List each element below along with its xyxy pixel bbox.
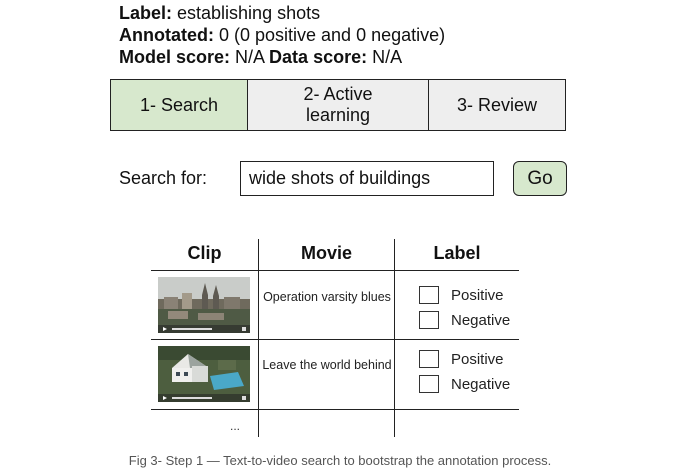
tab-review[interactable]: 3- Review <box>428 80 565 130</box>
search-label: Search for: <box>119 168 208 188</box>
data-score-key: Data score: <box>269 47 368 67</box>
label-value: establishing shots <box>172 3 321 23</box>
label-key: Label: <box>119 3 173 23</box>
label-option-negative: Negative <box>419 374 510 394</box>
positive-checkbox[interactable] <box>419 286 439 304</box>
column-divider <box>258 239 259 437</box>
search-input[interactable] <box>240 161 494 196</box>
annotation-tool: Label: establishing shots Annotated: 0 (… <box>0 0 680 472</box>
data-score-value: N/A <box>367 47 403 67</box>
row-divider <box>151 339 519 340</box>
label-summary: Label: establishing shots Annotated: 0 (… <box>119 2 445 68</box>
column-header-clip: Clip <box>187 243 222 263</box>
column-header-label: Label <box>433 243 481 263</box>
label-option-positive: Positive <box>419 349 504 369</box>
score-line: Model score: N/A Data score: N/A <box>119 46 445 68</box>
tab-search[interactable]: 1- Search <box>111 80 247 130</box>
go-button[interactable]: Go <box>513 161 567 196</box>
city-skyline-thumbnail <box>158 277 250 333</box>
movie-title: Leave the world behind <box>262 358 392 372</box>
annotated-key: Annotated: <box>119 25 214 45</box>
negative-label: Negative <box>451 375 511 393</box>
tab-active-learning[interactable]: 2- Active learning <box>247 80 428 130</box>
more-rows-indicator: ... <box>230 419 241 433</box>
results-table: Clip Movie Label Operation varsity blues… <box>151 239 519 437</box>
movie-title: Operation varsity blues <box>263 290 391 304</box>
label-option-negative: Negative <box>419 310 510 330</box>
clip-thumbnail[interactable] <box>158 346 250 402</box>
column-divider <box>394 239 395 437</box>
step-tabs: 1- Search 2- Active learning 3- Review <box>110 79 566 131</box>
figure-caption: Fig 3- Step 1 — Text-to-video search to … <box>128 453 552 468</box>
annotated-line: Annotated: 0 (0 positive and 0 negative) <box>119 24 445 46</box>
label-option-positive: Positive <box>419 285 504 305</box>
negative-checkbox[interactable] <box>419 375 439 393</box>
house-aerial-thumbnail <box>158 346 250 402</box>
model-score-value: N/A <box>230 47 270 67</box>
row-divider <box>151 270 519 271</box>
row-divider <box>151 409 519 410</box>
clip-thumbnail[interactable] <box>158 277 250 333</box>
column-header-movie: Movie <box>300 243 352 263</box>
annotated-value: 0 (0 positive and 0 negative) <box>213 25 446 45</box>
model-score-key: Model score: <box>119 47 231 67</box>
negative-checkbox[interactable] <box>419 311 439 329</box>
positive-checkbox[interactable] <box>419 350 439 368</box>
negative-label: Negative <box>451 311 511 329</box>
label-line: Label: establishing shots <box>119 2 445 24</box>
positive-label: Positive <box>451 286 504 304</box>
positive-label: Positive <box>451 350 504 368</box>
